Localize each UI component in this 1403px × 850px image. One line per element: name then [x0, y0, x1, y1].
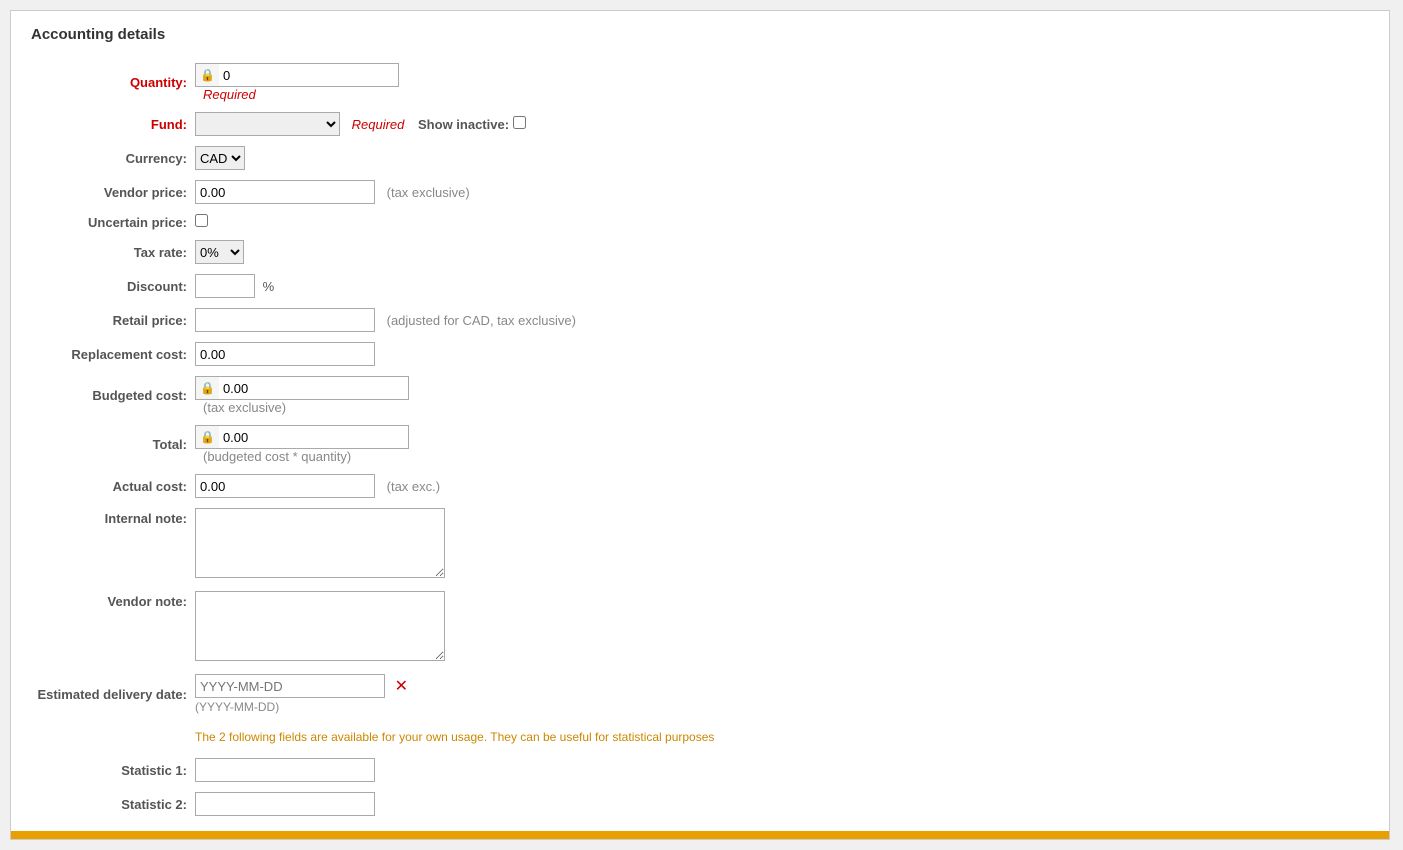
retail-price-row: Retail price: (adjusted for CAD, tax exc…: [31, 303, 1369, 337]
quantity-row: Quantity: 🔒 Required: [31, 58, 1369, 107]
show-inactive-checkbox[interactable]: [513, 116, 526, 129]
statistic1-input[interactable]: [195, 758, 375, 782]
retail-price-hint: (adjusted for CAD, tax exclusive): [387, 313, 576, 328]
actual-cost-label: Actual cost:: [31, 469, 191, 503]
internal-note-label: Internal note:: [31, 503, 191, 586]
fund-select[interactable]: [195, 112, 340, 136]
replacement-cost-input[interactable]: [195, 342, 375, 366]
stat-info-cell: The 2 following fields are available for…: [191, 719, 1369, 753]
internal-note-row: Internal note:: [31, 503, 1369, 586]
stat-info-text: The 2 following fields are available for…: [195, 730, 1365, 744]
total-row: Total: 🔒 (budgeted cost * quantity): [31, 420, 1369, 469]
discount-cell: %: [191, 269, 1369, 303]
delivery-date-cell: ✕ (YYYY-MM-DD): [191, 669, 1369, 719]
internal-note-textarea[interactable]: [195, 508, 445, 578]
budgeted-cost-label: Budgeted cost:: [31, 371, 191, 420]
vendor-note-cell: [191, 586, 1369, 669]
actual-cost-hint: (tax exc.): [387, 479, 440, 494]
bottom-bar: [11, 831, 1389, 839]
uncertain-price-label: Uncertain price:: [31, 209, 191, 235]
statistic1-row: Statistic 1:: [31, 753, 1369, 787]
vendor-price-cell: (tax exclusive): [191, 175, 1369, 209]
uncertain-price-checkbox[interactable]: [195, 214, 208, 227]
show-inactive-label: Show inactive:: [418, 117, 509, 132]
vendor-price-hint: (tax exclusive): [387, 185, 470, 200]
fund-cell: Required Show inactive:: [191, 107, 1369, 141]
vendor-price-row: Vendor price: (tax exclusive): [31, 175, 1369, 209]
discount-row: Discount: %: [31, 269, 1369, 303]
quantity-required: Required: [203, 87, 256, 102]
vendor-note-row: Vendor note:: [31, 586, 1369, 669]
currency-label: Currency:: [31, 141, 191, 175]
total-label: Total:: [31, 420, 191, 469]
budgeted-cost-row: Budgeted cost: 🔒 (tax exclusive): [31, 371, 1369, 420]
accounting-form: Quantity: 🔒 Required Fund: Required: [31, 58, 1369, 821]
replacement-cost-cell: [191, 337, 1369, 371]
total-hint: (budgeted cost * quantity): [203, 449, 351, 464]
tax-rate-row: Tax rate: 0% 5% 10% 15%: [31, 235, 1369, 269]
vendor-price-input[interactable]: [195, 180, 375, 204]
stat-info-row: The 2 following fields are available for…: [31, 719, 1369, 753]
quantity-input-wrapper: 🔒: [195, 63, 1365, 87]
quantity-cell: 🔒 Required: [191, 58, 1369, 107]
vendor-note-textarea[interactable]: [195, 591, 445, 661]
tax-rate-label: Tax rate:: [31, 235, 191, 269]
tax-rate-select[interactable]: 0% 5% 10% 15%: [195, 240, 244, 264]
delivery-date-label: Estimated delivery date:: [31, 669, 191, 719]
replacement-cost-label: Replacement cost:: [31, 337, 191, 371]
vendor-price-label: Vendor price:: [31, 175, 191, 209]
total-input-wrapper: 🔒: [195, 425, 1365, 449]
total-input[interactable]: [219, 425, 409, 449]
budgeted-cost-cell: 🔒 (tax exclusive): [191, 371, 1369, 420]
statistic2-row: Statistic 2:: [31, 787, 1369, 821]
statistic2-label: Statistic 2:: [31, 787, 191, 821]
actual-cost-row: Actual cost: (tax exc.): [31, 469, 1369, 503]
quantity-label: Quantity:: [31, 58, 191, 107]
delivery-date-row: Estimated delivery date: ✕ (YYYY-MM-DD): [31, 669, 1369, 719]
discount-input[interactable]: [195, 274, 255, 298]
currency-select[interactable]: CAD USD EUR GBP: [195, 146, 245, 170]
fund-row: Fund: Required Show inactive:: [31, 107, 1369, 141]
percent-sign: %: [263, 279, 275, 294]
actual-cost-input[interactable]: [195, 474, 375, 498]
internal-note-cell: [191, 503, 1369, 586]
fund-required: Required: [352, 117, 405, 132]
budgeted-cost-input[interactable]: [219, 376, 409, 400]
statistic1-label: Statistic 1:: [31, 753, 191, 787]
budgeted-cost-hint: (tax exclusive): [203, 400, 286, 415]
statistic2-cell: [191, 787, 1369, 821]
retail-price-input[interactable]: [195, 308, 375, 332]
delete-date-icon[interactable]: ✕: [395, 678, 408, 695]
budgeted-cost-lock-icon: 🔒: [195, 376, 219, 400]
actual-cost-cell: (tax exc.): [191, 469, 1369, 503]
budgeted-cost-input-wrapper: 🔒: [195, 376, 1365, 400]
statistic1-cell: [191, 753, 1369, 787]
statistic2-input[interactable]: [195, 792, 375, 816]
uncertain-price-row: Uncertain price:: [31, 209, 1369, 235]
total-cell: 🔒 (budgeted cost * quantity): [191, 420, 1369, 469]
vendor-note-label: Vendor note:: [31, 586, 191, 669]
total-lock-icon: 🔒: [195, 425, 219, 449]
quantity-lock-icon: 🔒: [195, 63, 219, 87]
quantity-input[interactable]: [219, 63, 399, 87]
discount-label: Discount:: [31, 269, 191, 303]
retail-price-cell: (adjusted for CAD, tax exclusive): [191, 303, 1369, 337]
delivery-date-input[interactable]: [195, 674, 385, 698]
stat-info-label-spacer: [31, 719, 191, 753]
replacement-cost-row: Replacement cost:: [31, 337, 1369, 371]
tax-rate-cell: 0% 5% 10% 15%: [191, 235, 1369, 269]
fund-label: Fund:: [31, 107, 191, 141]
page-title: Accounting details: [31, 26, 1369, 43]
currency-cell: CAD USD EUR GBP: [191, 141, 1369, 175]
date-format-hint: (YYYY-MM-DD): [195, 700, 1365, 714]
uncertain-price-cell: [191, 209, 1369, 235]
currency-row: Currency: CAD USD EUR GBP: [31, 141, 1369, 175]
retail-price-label: Retail price:: [31, 303, 191, 337]
